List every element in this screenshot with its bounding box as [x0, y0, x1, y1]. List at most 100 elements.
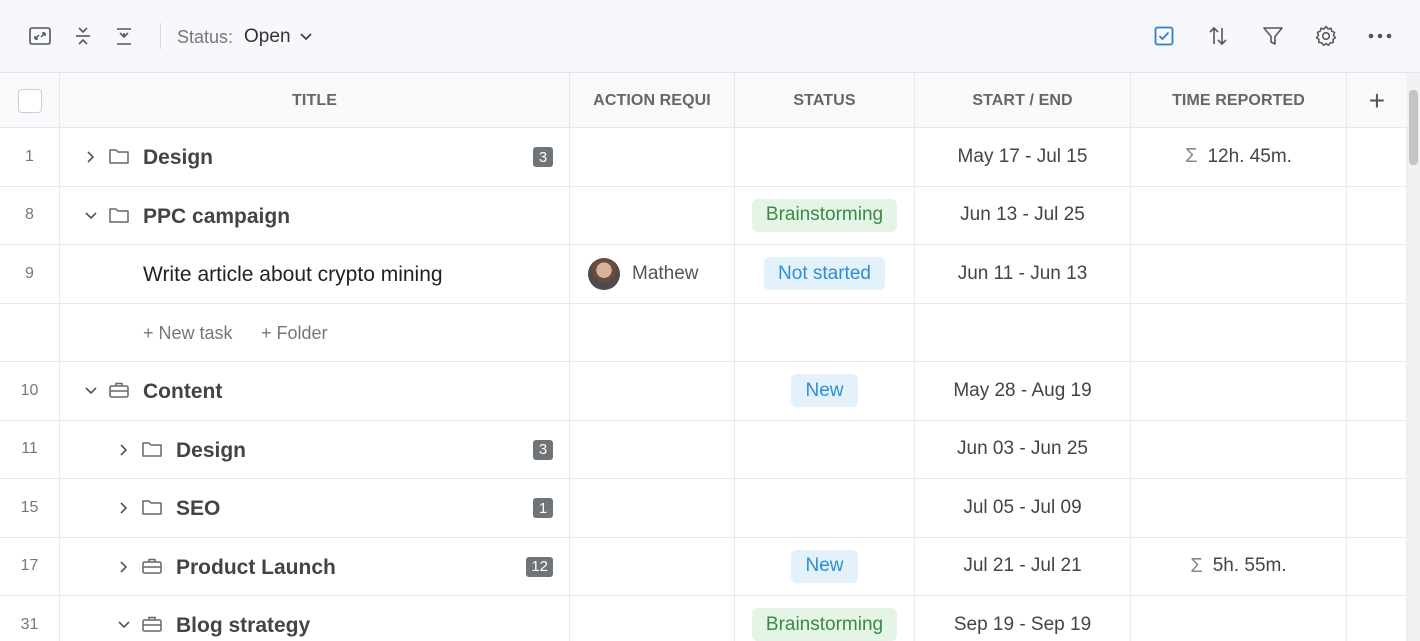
table-row[interactable]: 31 Blog strategy Brainstorming Sep 19 - …: [0, 596, 1407, 641]
time-cell[interactable]: [1131, 479, 1347, 537]
row-title[interactable]: Design: [176, 439, 246, 463]
time-cell: [1131, 303, 1347, 361]
extra-cell: [1347, 245, 1407, 303]
more-options-icon[interactable]: [1366, 22, 1394, 50]
status-cell[interactable]: [735, 420, 915, 478]
title-cell: Write article about crypto mining: [60, 245, 570, 303]
time-cell[interactable]: Σ 5h. 55m.: [1131, 537, 1347, 595]
expand-view-icon[interactable]: [26, 22, 54, 50]
row-title[interactable]: Blog strategy: [176, 614, 310, 638]
sort-icon[interactable]: [1204, 22, 1232, 50]
time-value: 12h. 45m.: [1207, 145, 1292, 167]
dates-cell[interactable]: Jun 03 - Jun 25: [915, 420, 1131, 478]
filter-icon[interactable]: [1259, 22, 1287, 50]
avatar: [588, 257, 620, 290]
chevron-right-icon[interactable]: [83, 149, 99, 165]
extra-cell: [1347, 420, 1407, 478]
row-title[interactable]: Content: [143, 380, 222, 404]
scrollbar-thumb[interactable]: [1409, 90, 1418, 165]
table-row[interactable]: 1 Design 3 May 17 - Jul 15 Σ 12h. 45m.: [0, 128, 1407, 187]
table-row[interactable]: 9 Write article about crypto mining Math…: [0, 245, 1407, 304]
dates-cell[interactable]: Jul 21 - Jul 21: [915, 537, 1131, 595]
action-cell[interactable]: Mathew: [570, 245, 735, 303]
table-row[interactable]: 17 Product Launch 12 New Jul 21 - Jul 21…: [0, 537, 1407, 596]
chevron-right-icon[interactable]: [116, 442, 132, 458]
time-cell[interactable]: [1131, 420, 1347, 478]
dates-cell[interactable]: Jun 11 - Jun 13: [915, 245, 1131, 303]
dates-cell[interactable]: Jun 13 - Jul 25: [915, 186, 1131, 244]
row-title[interactable]: PPC campaign: [143, 205, 290, 229]
action-cell[interactable]: [570, 479, 735, 537]
new-folder-link[interactable]: + Folder: [261, 323, 328, 344]
action-cell[interactable]: [570, 420, 735, 478]
status-badge[interactable]: Not started: [764, 257, 885, 291]
time-value: 5h. 55m.: [1212, 555, 1287, 577]
time-cell[interactable]: [1131, 245, 1347, 303]
expand-all-icon[interactable]: [110, 22, 138, 50]
time-cell[interactable]: Σ 12h. 45m.: [1131, 128, 1347, 186]
row-title[interactable]: Product Launch: [176, 556, 336, 580]
project-icon: [108, 380, 130, 400]
select-all-checkbox[interactable]: [17, 88, 42, 113]
extra-cell: [1347, 128, 1407, 186]
action-cell[interactable]: [570, 537, 735, 595]
dates-cell[interactable]: May 17 - Jul 15: [915, 128, 1131, 186]
grid-header: TITLE ACTION REQUI STATUS START / END TI…: [0, 73, 1407, 128]
checkbox-toggle-icon[interactable]: [1150, 22, 1178, 50]
row-title[interactable]: SEO: [176, 497, 220, 521]
table-row[interactable]: 15 SEO 1 Jul 05 - Jul 09: [0, 479, 1407, 538]
status-filter[interactable]: Status: Open: [177, 24, 313, 50]
sigma-icon: Σ: [1190, 554, 1203, 577]
chevron-down-icon[interactable]: [83, 383, 99, 399]
time-cell[interactable]: [1131, 596, 1347, 641]
column-header-title[interactable]: TITLE: [60, 73, 570, 128]
status-badge[interactable]: New: [791, 374, 858, 408]
chevron-right-icon[interactable]: [116, 559, 132, 575]
status-badge[interactable]: Brainstorming: [751, 198, 898, 232]
row-number: 8: [0, 186, 60, 244]
status-cell[interactable]: [735, 128, 915, 186]
status-cell[interactable]: Brainstorming: [735, 186, 915, 244]
status-cell[interactable]: Not started: [735, 245, 915, 303]
table-row[interactable]: 8 PPC campaign Brainstorming Jun 13 - Ju…: [0, 186, 1407, 245]
status-filter-label: Status:: [177, 26, 234, 47]
title-cell: Product Launch 12: [60, 537, 570, 595]
column-header-action[interactable]: ACTION REQUI: [570, 73, 735, 128]
status-filter-value: Open: [244, 26, 291, 47]
chevron-down-icon[interactable]: [83, 208, 99, 224]
dates-cell[interactable]: Sep 19 - Sep 19: [915, 596, 1131, 641]
status-cell[interactable]: [735, 479, 915, 537]
title-cell: Blog strategy: [60, 596, 570, 641]
status-badge[interactable]: Brainstorming: [751, 608, 898, 641]
action-cell[interactable]: [570, 186, 735, 244]
row-title[interactable]: Design: [143, 146, 213, 170]
assignee-name: Mathew: [632, 262, 699, 284]
dates-cell: [915, 303, 1131, 361]
column-header-time[interactable]: TIME REPORTED: [1131, 73, 1347, 128]
table-row[interactable]: 10 Content New May 28 - Aug 19: [0, 362, 1407, 421]
action-cell[interactable]: [570, 128, 735, 186]
action-cell[interactable]: [570, 362, 735, 420]
row-title[interactable]: Write article about crypto mining: [143, 263, 443, 287]
collapse-all-icon[interactable]: [69, 22, 97, 50]
folder-icon: [108, 205, 130, 225]
time-cell[interactable]: [1131, 362, 1347, 420]
status-badge[interactable]: New: [791, 549, 858, 583]
column-header-dates[interactable]: START / END: [915, 73, 1131, 128]
action-cell[interactable]: [570, 596, 735, 641]
status-cell[interactable]: Brainstorming: [735, 596, 915, 641]
new-item-row: + New task + Folder: [0, 303, 1407, 362]
subtask-count-badge: 12: [526, 556, 553, 577]
column-header-status[interactable]: STATUS: [735, 73, 915, 128]
new-task-link[interactable]: + New task: [143, 323, 233, 344]
dates-cell[interactable]: Jul 05 - Jul 09: [915, 479, 1131, 537]
dates-cell[interactable]: May 28 - Aug 19: [915, 362, 1131, 420]
add-column-button[interactable]: +: [1347, 73, 1407, 128]
chevron-down-icon[interactable]: [116, 617, 132, 633]
chevron-right-icon[interactable]: [116, 500, 132, 516]
gear-icon[interactable]: [1312, 22, 1340, 50]
table-row[interactable]: 11 Design 3 Jun 03 - Jun 25: [0, 420, 1407, 479]
status-cell[interactable]: New: [735, 362, 915, 420]
time-cell[interactable]: [1131, 186, 1347, 244]
status-cell[interactable]: New: [735, 537, 915, 595]
